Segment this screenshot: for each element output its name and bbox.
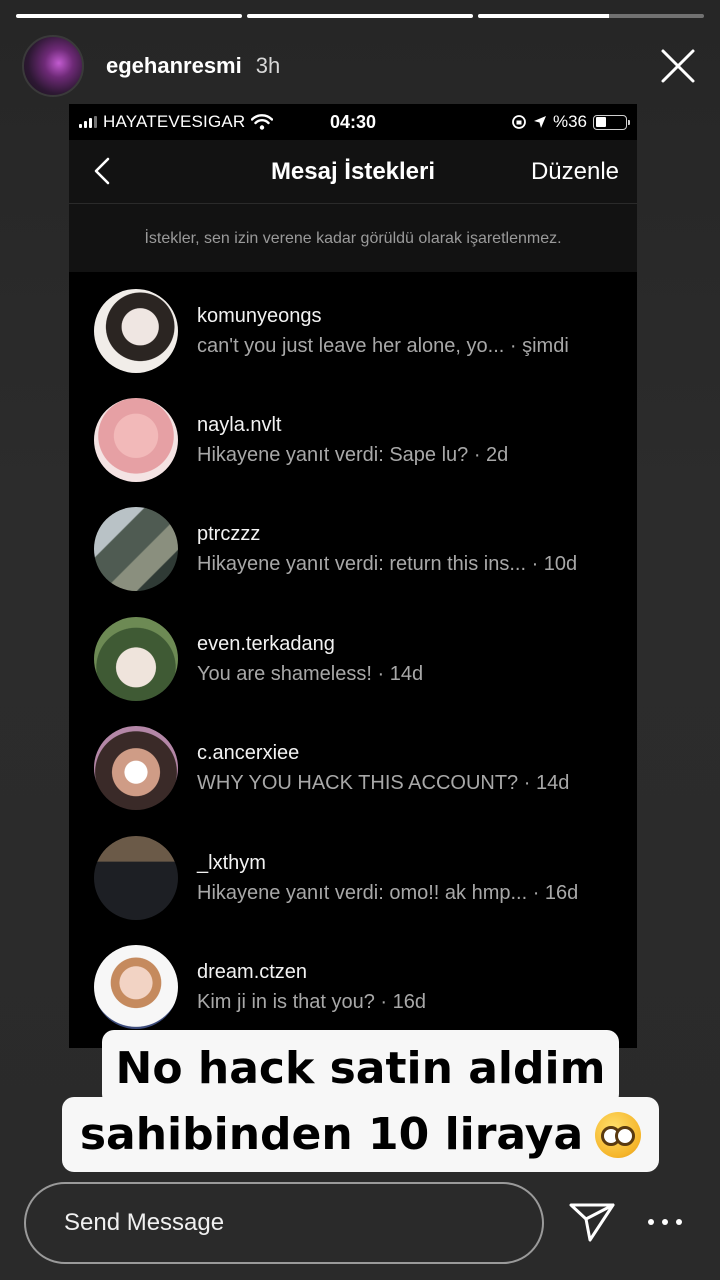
progress-segment xyxy=(247,14,473,18)
signal-icon xyxy=(79,116,97,128)
more-dot xyxy=(648,1219,654,1225)
request-preview: Hikayene yanıt verdi: Sape lu? · 2d xyxy=(197,444,509,467)
request-preview: You are shameless! · 14d xyxy=(197,662,424,685)
send-message-input[interactable]: Send Message xyxy=(24,1182,544,1264)
battery-icon xyxy=(593,114,630,130)
close-button[interactable] xyxy=(658,46,698,86)
message-request-list: komunyeongs can't you just leave her alo… xyxy=(69,272,637,1042)
story-username[interactable]: egehanresmi xyxy=(106,53,242,79)
request-row[interactable]: even.terkadang You are shameless! · 14d xyxy=(69,604,637,713)
progress-fill xyxy=(16,14,242,18)
request-row[interactable]: c.ancerxiee WHY YOU HACK THIS ACCOUNT? ·… xyxy=(69,714,637,823)
caption-text-1: No hack satin aldim xyxy=(115,1042,606,1094)
request-row[interactable]: _lxthym Hikayene yanıt verdi: omo!! ak h… xyxy=(69,823,637,932)
avatar xyxy=(94,726,178,811)
request-username: komunyeongs xyxy=(197,304,322,327)
avatar xyxy=(94,398,178,483)
more-options-button[interactable] xyxy=(648,1210,682,1234)
request-preview: Hikayene yanıt verdi: return this ins...… xyxy=(197,553,578,576)
avatar xyxy=(94,288,178,373)
story-header: egehanresmi 3h xyxy=(22,34,698,98)
request-preview: Hikayene yanıt verdi: omo!! ak hmp... · … xyxy=(197,881,579,904)
chevron-left-icon xyxy=(94,157,110,185)
status-bar: HAYATEVESIGAR 04:30 %36 xyxy=(69,104,637,140)
story-viewer: egehanresmi 3h HAYATEVESIGAR 04:30 %36 M… xyxy=(0,0,720,1280)
battery-level xyxy=(595,117,606,127)
story-avatar[interactable] xyxy=(22,35,84,97)
progress-fill xyxy=(478,14,610,18)
request-row[interactable]: komunyeongs can't you just leave her alo… xyxy=(69,276,637,385)
more-dot xyxy=(662,1219,668,1225)
progress-fill xyxy=(247,14,473,18)
edit-button[interactable]: Düzenle xyxy=(531,158,619,186)
status-right: %36 xyxy=(511,112,630,132)
more-dot xyxy=(676,1219,682,1225)
request-preview: WHY YOU HACK THIS ACCOUNT? · 14d xyxy=(197,772,570,795)
send-button[interactable] xyxy=(568,1200,616,1244)
request-row[interactable]: dream.ctzen Kim ji in is that you? · 16d xyxy=(69,932,637,1041)
avatar xyxy=(94,616,178,701)
close-icon xyxy=(661,49,695,83)
embedded-screenshot: HAYATEVESIGAR 04:30 %36 Mesaj İstekleri … xyxy=(69,104,637,1048)
request-username: _lxthym xyxy=(197,851,266,874)
orientation-lock-icon xyxy=(512,115,526,129)
avatar xyxy=(94,507,178,592)
nerd-face-emoji-icon xyxy=(595,1111,642,1158)
progress-segment xyxy=(16,14,242,18)
request-preview: can't you just leave her alone, yo... · … xyxy=(197,334,569,357)
back-button[interactable] xyxy=(87,156,117,186)
story-time: 3h xyxy=(255,53,281,78)
avatar xyxy=(94,835,178,920)
request-username: nayla.nvlt xyxy=(197,414,282,437)
location-icon xyxy=(533,116,546,128)
requests-notice: İstekler, sen izin verene kadar görüldü … xyxy=(69,204,637,272)
caption-text-2: sahibinden 10 liraya xyxy=(79,1109,584,1160)
request-row[interactable]: nayla.nvlt Hikayene yanıt verdi: Sape lu… xyxy=(69,385,637,494)
caption-line-2: sahibinden 10 liraya xyxy=(62,1097,659,1172)
status-left: HAYATEVESIGAR xyxy=(79,112,274,132)
request-username: even.terkadang xyxy=(197,632,335,655)
request-username: c.ancerxiee xyxy=(197,742,300,765)
progress-segment xyxy=(478,14,704,18)
send-icon xyxy=(569,1203,615,1242)
story-progress xyxy=(16,14,704,18)
page-title: Mesaj İstekleri xyxy=(270,157,436,185)
request-preview: Kim ji in is that you? · 16d xyxy=(197,991,426,1014)
avatar xyxy=(94,945,178,1030)
wifi-icon xyxy=(251,114,274,130)
battery-percent: %36 xyxy=(552,112,587,131)
nav-bar: Mesaj İstekleri Düzenle xyxy=(69,140,637,204)
request-username: ptrczzz xyxy=(197,523,261,546)
carrier-name: HAYATEVESIGAR xyxy=(103,112,246,131)
request-row[interactable]: ptrczzz Hikayene yanıt verdi: return thi… xyxy=(69,495,637,604)
caption-line-1: No hack satin aldim xyxy=(102,1030,619,1106)
request-username: dream.ctzen xyxy=(197,961,308,984)
